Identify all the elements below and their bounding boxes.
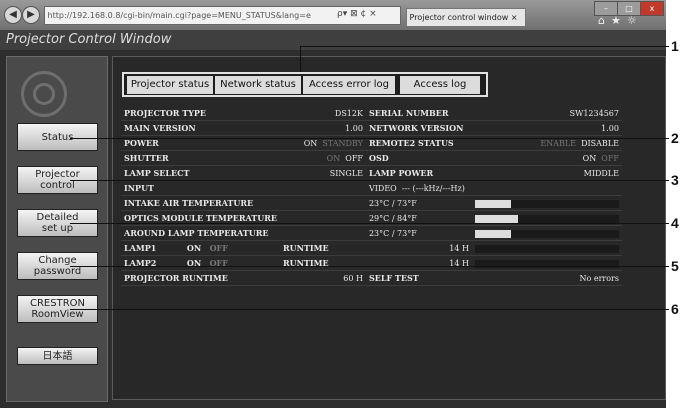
tab-access-error-log[interactable]: Access error log: [303, 76, 395, 94]
callout-number-5: 5: [671, 258, 679, 274]
lamp-select-value: SINGLE: [279, 165, 366, 181]
table-row: AROUND LAMP TEMPERATURE 23°C / 73°F: [121, 225, 622, 241]
callout-number-1: 1: [671, 38, 679, 54]
serial-number-label: SERIAL NUMBER: [365, 106, 472, 121]
optics-temp-fill: [474, 214, 519, 223]
input-label: INPUT: [121, 180, 280, 196]
address-bar-icons[interactable]: ρ▾ ⊠ ¢ ×: [337, 6, 377, 23]
browser-tab[interactable]: Projector control window ×: [406, 8, 526, 26]
callout-number-3: 3: [671, 172, 679, 188]
callout-line-1-drop: [300, 46, 301, 72]
table-row: PROJECTOR TYPE DS12K SERIAL NUMBER SW123…: [121, 106, 622, 121]
home-icon[interactable]: ⌂: [598, 14, 611, 27]
projector-logo-icon: [21, 71, 67, 117]
callout-line-2: [70, 138, 669, 139]
lamp1-off: OFF: [209, 243, 228, 253]
projector-type-value: DS12K: [279, 106, 366, 121]
forward-arrow-icon[interactable]: ▶: [22, 6, 40, 24]
table-row: LAMP SELECT SINGLE LAMP POWER MIDDLE: [121, 165, 622, 181]
power-on: ON: [303, 138, 318, 148]
lamp-power-label: LAMP POWER: [365, 165, 472, 181]
main-version-label: MAIN VERSION: [121, 120, 280, 136]
around-lamp-temp-label: AROUND LAMP TEMPERATURE: [121, 225, 280, 241]
remote2-disable: DISABLE: [581, 138, 619, 148]
self-test-value: No errors: [471, 270, 622, 286]
lamp1-on: ON: [186, 243, 202, 253]
lamp2-runtime-value: 14 H: [365, 255, 472, 271]
main-panel: Projector status Network status Access e…: [112, 56, 666, 400]
lamp-select-label: LAMP SELECT: [121, 165, 280, 181]
intake-temp-value: 23°C / 73°F: [365, 195, 472, 211]
network-version-value: 1.00: [471, 120, 622, 136]
status-tabs: Projector status Network status Access e…: [122, 72, 488, 97]
sidebar: Status Projector control Detailed set up…: [6, 56, 108, 402]
around-lamp-temp-value: 23°C / 73°F: [365, 225, 472, 241]
callout-number-4: 4: [671, 215, 679, 231]
shutter-on: ON: [326, 153, 341, 163]
address-text: http://192.168.0.8/cgi-bin/main.cgi?page…: [47, 11, 311, 20]
status-button[interactable]: Status: [17, 123, 98, 151]
remote2-enable: ENABLE: [540, 138, 576, 148]
back-arrow-icon[interactable]: ◀: [4, 6, 22, 24]
callout-line-1: [300, 46, 669, 47]
lamp1-label: LAMP1: [124, 243, 157, 253]
tab-access-log[interactable]: Access log: [400, 76, 480, 94]
status-table: PROJECTOR TYPE DS12K SERIAL NUMBER SW123…: [121, 106, 622, 286]
lamp-power-value: MIDDLE: [471, 165, 622, 181]
tab-projector-status[interactable]: Projector status: [127, 76, 213, 94]
lamp1-runtime-label: RUNTIME: [279, 240, 366, 256]
projector-runtime-label: PROJECTOR RUNTIME: [121, 270, 280, 286]
table-row: INPUT VIDEO --- (---kHz/---Hz): [121, 180, 622, 196]
table-row: INTAKE AIR TEMPERATURE 23°C / 73°F: [121, 195, 622, 211]
main-version-value: 1.00: [279, 120, 366, 136]
optics-temp-bar: [474, 214, 619, 223]
browser-toolbar-icons[interactable]: ⌂★☼: [598, 14, 643, 27]
lamp1-runtime-value: 14 H: [365, 240, 472, 256]
app-title: Projector Control Window: [0, 30, 666, 50]
serial-number-value: SW1234567: [471, 106, 622, 121]
callout-line-6: [70, 309, 669, 310]
browser-chrome: ◀ ▶ http://192.168.0.8/cgi-bin/main.cgi?…: [0, 0, 666, 30]
intake-temp-bar: [474, 199, 619, 208]
shutter-off: OFF: [345, 153, 363, 163]
table-row: LAMP1 ON OFF RUNTIME 14 H: [121, 240, 622, 256]
table-row: SHUTTER ON OFF OSD ON OFF: [121, 150, 622, 166]
browser-window: ◀ ▶ http://192.168.0.8/cgi-bin/main.cgi?…: [0, 0, 666, 408]
around-lamp-temp-fill: [474, 229, 511, 238]
osd-on: ON: [582, 153, 597, 163]
callout-number-6: 6: [671, 301, 679, 317]
intake-temp-fill: [474, 199, 511, 208]
input-value: VIDEO: [368, 183, 397, 193]
close-icon[interactable]: x: [640, 1, 664, 16]
self-test-label: SELF TEST: [365, 270, 472, 286]
lamp1-runtime-bar: [474, 244, 619, 253]
lamp2-runtime-label: RUNTIME: [279, 255, 366, 271]
favorites-star-icon[interactable]: ★: [611, 14, 627, 27]
projector-type-label: PROJECTOR TYPE: [121, 106, 280, 121]
shutter-label: SHUTTER: [121, 150, 280, 166]
network-version-label: NETWORK VERSION: [365, 120, 472, 136]
power-standby: STANDBY: [322, 138, 363, 148]
tab-title: Projector control window: [409, 13, 509, 22]
osd-label: OSD: [365, 150, 472, 166]
table-row: PROJECTOR RUNTIME 60 H SELF TEST No erro…: [121, 270, 622, 286]
around-lamp-temp-bar: [474, 229, 619, 238]
tab-network-status[interactable]: Network status: [215, 76, 301, 94]
callout-number-2: 2: [671, 130, 679, 146]
intake-temp-label: INTAKE AIR TEMPERATURE: [121, 195, 280, 211]
osd-off: OFF: [601, 153, 619, 163]
japanese-language-button[interactable]: 日本語: [17, 347, 98, 365]
input-signal: --- (---kHz/---Hz): [401, 183, 465, 193]
projector-runtime-value: 60 H: [279, 270, 366, 286]
settings-gear-icon[interactable]: ☼: [627, 14, 643, 27]
callout-line-5: [70, 266, 669, 267]
callout-line-3: [70, 180, 669, 181]
table-row: MAIN VERSION 1.00 NETWORK VERSION 1.00: [121, 120, 622, 136]
table-row: LAMP2 ON OFF RUNTIME 14 H: [121, 255, 622, 271]
callout-line-4: [70, 223, 669, 224]
